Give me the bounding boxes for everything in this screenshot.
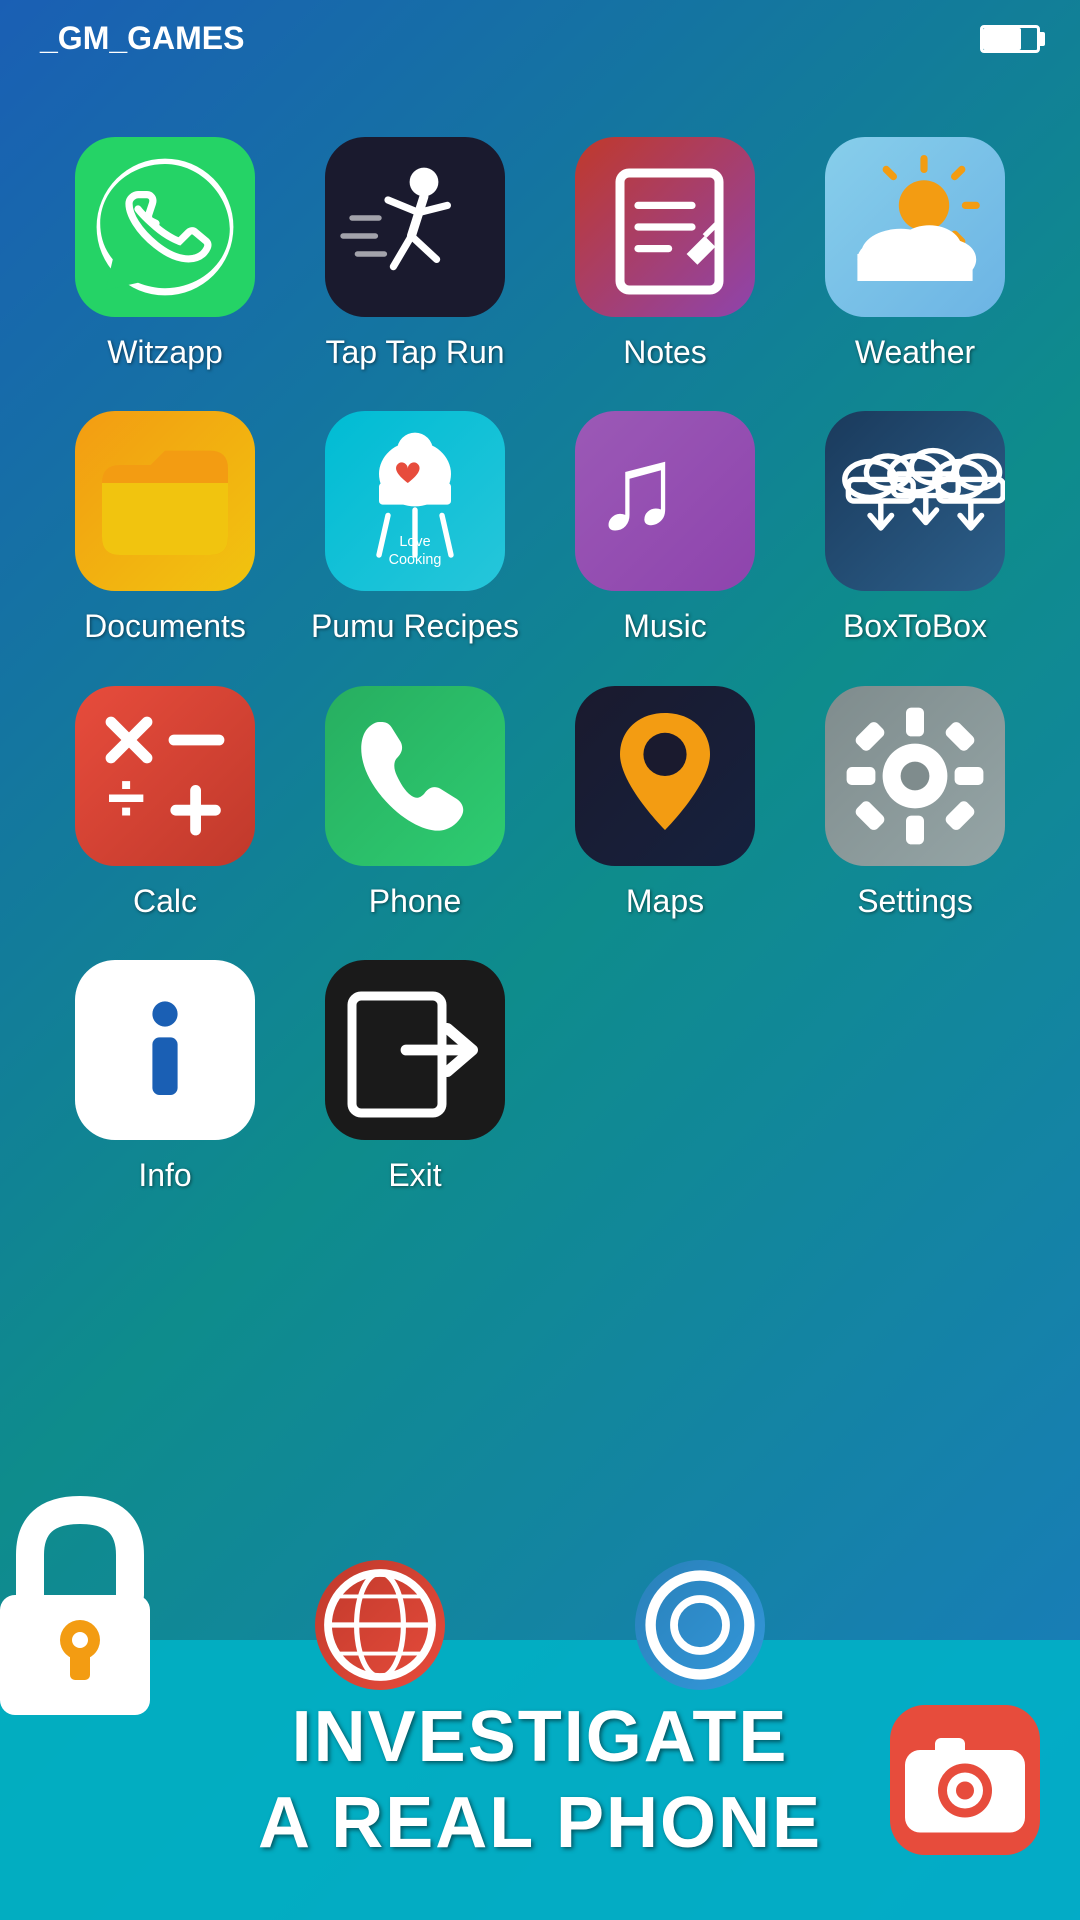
- app-item-exit[interactable]: Exit: [310, 960, 520, 1194]
- phone-label: Phone: [369, 882, 462, 920]
- notes-icon: [575, 137, 755, 317]
- info-icon: [75, 960, 255, 1140]
- maps-label: Maps: [626, 882, 704, 920]
- calc-label: Calc: [133, 882, 197, 920]
- documents-icon: [75, 411, 255, 591]
- app-item-boxtobox[interactable]: BoxToBox: [810, 411, 1020, 645]
- music-icon: ♫: [575, 411, 755, 591]
- app-item-notes[interactable]: Notes: [560, 137, 770, 371]
- app-item-witzapp[interactable]: Witzapp: [60, 137, 270, 371]
- status-bar: _GM_GAMES: [0, 0, 1080, 77]
- app-item-maps[interactable]: Maps: [560, 686, 770, 920]
- taptaprun-label: Tap Tap Run: [325, 333, 504, 371]
- app-item-settings[interactable]: Settings: [810, 686, 1020, 920]
- calc-icon: ÷: [75, 686, 255, 866]
- app-item-weather[interactable]: Weather: [810, 137, 1020, 371]
- exit-icon: [325, 960, 505, 1140]
- pumu-label: Pumu Recipes: [311, 607, 519, 645]
- settings-label: Settings: [857, 882, 973, 920]
- boxtobox-icon: [825, 411, 1005, 591]
- weather-label: Weather: [855, 333, 975, 371]
- info-label: Info: [138, 1156, 191, 1194]
- weather-icon: [825, 137, 1005, 317]
- exit-label: Exit: [388, 1156, 441, 1194]
- battery-indicator: [980, 25, 1040, 53]
- app-item-calc[interactable]: ÷ Calc: [60, 686, 270, 920]
- pumu-icon: Love Cooking: [325, 411, 505, 591]
- svg-text:÷: ÷: [107, 760, 145, 836]
- notes-label: Notes: [623, 333, 707, 371]
- app-item-phone[interactable]: Phone: [310, 686, 520, 920]
- app-item-taptaprun[interactable]: Tap Tap Run: [310, 137, 520, 371]
- settings-icon: [825, 686, 1005, 866]
- bottom-dock: [220, 1560, 860, 1690]
- witzapp-label: Witzapp: [107, 333, 223, 371]
- app-item-music[interactable]: ♫ Music: [560, 411, 770, 645]
- app-item-documents[interactable]: Documents: [60, 411, 270, 645]
- svg-text:Cooking: Cooking: [389, 552, 442, 568]
- dock-circle-icon[interactable]: [635, 1560, 765, 1690]
- witzapp-icon: [75, 137, 255, 317]
- app-grid: Witzapp Tap Tap Run: [0, 97, 1080, 1235]
- app-item-info[interactable]: Info: [60, 960, 270, 1194]
- username-label: _GM_GAMES: [40, 20, 244, 57]
- dock-browser-icon[interactable]: [315, 1560, 445, 1690]
- camera-button[interactable]: [890, 1705, 1040, 1855]
- svg-text:Love: Love: [399, 534, 430, 550]
- battery-fill: [983, 28, 1021, 50]
- taptaprun-icon: [325, 137, 505, 317]
- maps-icon: [575, 686, 755, 866]
- music-label: Music: [623, 607, 707, 645]
- svg-text:♫: ♫: [593, 422, 681, 553]
- app-item-pumu[interactable]: Love Cooking Pumu Recipes: [310, 411, 520, 645]
- boxtobox-label: BoxToBox: [843, 607, 987, 645]
- lock-decoration: [0, 1485, 190, 1750]
- documents-label: Documents: [84, 607, 246, 645]
- phone-icon: [325, 686, 505, 866]
